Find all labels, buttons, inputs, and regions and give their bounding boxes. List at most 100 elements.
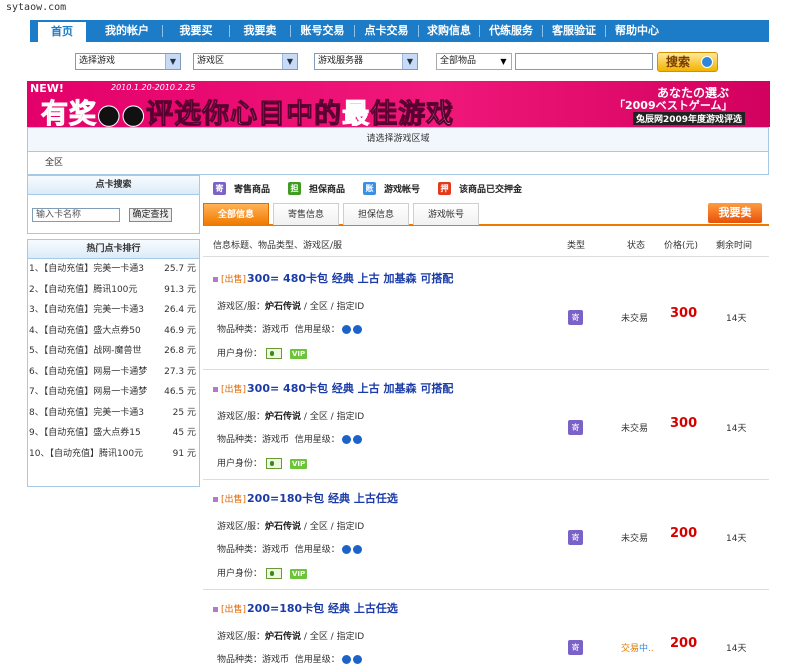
tab-consign[interactable]: 寄售信息	[273, 203, 339, 225]
credit-star-icon	[341, 325, 351, 334]
card-search-title: 点卡搜索	[28, 176, 199, 195]
server-label: 游戏区/服：	[217, 302, 266, 312]
verified-id-icon	[266, 348, 283, 359]
nav-wanted[interactable]: 求购信息	[419, 20, 479, 42]
kind-label: 物品种类：	[217, 325, 263, 335]
banner-slogan: 有奖●●评选你心目中的最佳游戏	[41, 92, 455, 128]
credit-star-icon	[352, 545, 362, 554]
listing-price: 200	[670, 636, 698, 651]
address-bar[interactable]: sytaow.com	[0, 0, 800, 16]
nav-service-verify[interactable]: 客服验证	[543, 20, 605, 42]
ranking-item-name: 9、【自动充值】盛大点券15	[29, 428, 141, 438]
banner-slogan-c: 最	[342, 99, 371, 128]
tab-account[interactable]: 游戏帐号	[413, 203, 479, 225]
credit-star-icon	[352, 435, 362, 444]
nav-help[interactable]: 帮助中心	[606, 20, 668, 42]
bullet-icon	[213, 386, 218, 392]
listing-identity: 用户身份： VIP	[217, 566, 308, 579]
game-select[interactable]: 选择游戏 ▼	[75, 53, 181, 70]
ranking-item-price: 26.4 元	[164, 305, 196, 315]
server-label: 游戏区/服：	[217, 522, 266, 532]
listing-title-text: 200=180卡包 经典 上古任选	[247, 602, 398, 615]
area-option-label: 全区	[45, 158, 64, 168]
listing-row: [出售]200=180卡包 经典 上古任选 游戏区/服：炉石传说 / 全区 / …	[203, 482, 769, 590]
legend-label: 该商品已交押金	[459, 184, 523, 195]
kind-label: 物品种类：	[217, 655, 263, 665]
area-select[interactable]: 游戏区 ▼	[193, 53, 298, 70]
ranking-item-name: 3、【自动充值】完美一卡通3	[29, 305, 144, 315]
col-remain: 剩余时间	[716, 241, 753, 251]
card-search-button[interactable]: 确定查找	[129, 208, 172, 222]
listing-kind: 物品种类：游戏币 信用星级：	[217, 432, 362, 445]
listing-title[interactable]: [出售]300= 480卡包 经典 上古 加基森 可搭配	[213, 270, 453, 286]
consign-type-icon: 寄	[568, 530, 583, 545]
kind-label: 物品种类：	[217, 545, 263, 555]
chevron-down-icon: ▼	[402, 54, 417, 69]
ranking-item[interactable]: 6、【自动充值】网易一卡通梦 27.3 元	[28, 362, 199, 383]
col-price: 价格(元)	[664, 241, 699, 251]
ranking-item[interactable]: 10、【自动充值】腾讯100元 91 元	[28, 444, 199, 465]
area-option-all[interactable]: 全区	[28, 152, 768, 174]
ranking-item-price: 46.5 元	[164, 387, 196, 397]
server-label: 游戏区/服：	[217, 632, 266, 642]
sell-button[interactable]: 我要卖	[708, 203, 762, 223]
status-part: 交易	[621, 644, 640, 654]
ranking-item[interactable]: 5、【自动充值】战网-魔兽世 26.8 元	[28, 341, 199, 362]
nav-home[interactable]: 首页	[38, 22, 86, 42]
listing-row: [出售]300= 480卡包 经典 上古 加基森 可搭配 游戏区/服：炉石传说 …	[203, 372, 769, 480]
tab-all[interactable]: 全部信息	[203, 203, 269, 225]
listing-server: 游戏区/服：炉石传说 / 全区 / 指定ID	[217, 299, 364, 312]
banner-slogan-a: 有奖	[41, 99, 97, 128]
consign-type-icon: 寄	[568, 420, 583, 435]
ranking-item[interactable]: 1、【自动充值】完美一卡通3 25.7 元	[28, 259, 199, 280]
listing-title[interactable]: [出售]200=180卡包 经典 上古任选	[213, 600, 398, 616]
kind-label: 物品种类：	[217, 435, 263, 445]
ranking-item[interactable]: 7、【自动充值】网易一卡通梦 46.5 元	[28, 382, 199, 403]
banner-slogan-d: 佳游戏	[370, 99, 455, 128]
search-input[interactable]	[515, 53, 653, 70]
nav-card-trade[interactable]: 点卡交易	[355, 20, 418, 42]
nav-my-account[interactable]: 我的帐户	[92, 20, 162, 42]
ranking-item-name: 5、【自动充值】战网-魔兽世	[29, 346, 142, 356]
ranking-item[interactable]: 9、【自动充值】盛大点券15 45 元	[28, 423, 199, 444]
card-ranking-title: 热门点卡排行	[28, 240, 199, 259]
game-name: 炉石传说	[265, 412, 302, 422]
nav-leveling[interactable]: 代练服务	[480, 20, 542, 42]
listing-remain: 14天	[726, 534, 747, 544]
listing-status: 交易中..	[621, 641, 654, 654]
identity-label: 用户身份：	[217, 349, 263, 359]
ranking-item[interactable]: 4、【自动充值】盛大点券50 46.9 元	[28, 321, 199, 342]
status-part: 中	[639, 644, 649, 654]
consign-type-icon: 寄	[568, 640, 583, 655]
tab-guarantee[interactable]: 担保信息	[343, 203, 409, 225]
ranking-item[interactable]: 2、【自动充值】腾讯100元 91.3 元	[28, 280, 199, 301]
listing-price: 300	[670, 306, 698, 321]
listing-row: [出售]300= 480卡包 经典 上古 加基森 可搭配 游戏区/服：炉石传说 …	[203, 262, 769, 370]
ranking-item-price: 91.3 元	[164, 284, 196, 295]
listing-title[interactable]: [出售]300= 480卡包 经典 上古 加基森 可搭配	[213, 380, 453, 396]
search-button-label: 搜索	[666, 55, 691, 69]
ranking-item[interactable]: 3、【自动充值】完美一卡通3 26.4 元	[28, 300, 199, 321]
ranking-item-name: 6、【自动充值】网易一卡通梦	[29, 366, 148, 377]
listing-title[interactable]: [出售]200=180卡包 经典 上古任选	[213, 490, 398, 506]
legend-label: 担保商品	[309, 184, 346, 195]
consign-type-icon: 寄	[568, 310, 583, 325]
promo-banner[interactable]: NEW! 2010.1.20-2010.2.25 有奖●●评选你心目中的最佳游戏…	[27, 81, 770, 127]
ranking-item-price: 27.3 元	[164, 366, 196, 377]
listing-server: 游戏区/服：炉石传说 / 全区 / 指定ID	[217, 629, 364, 642]
listing-status: 未交易	[621, 424, 649, 434]
nav-sell[interactable]: 我要卖	[230, 20, 290, 42]
ranking-item[interactable]: 8、【自动充值】完美一卡通3 25 元	[28, 403, 199, 424]
item-select[interactable]: 全部物品 ▼	[436, 53, 512, 70]
vip-icon: VIP	[290, 348, 308, 359]
listing-identity: 用户身份： VIP	[217, 346, 308, 359]
card-name-input[interactable]: 输入卡名称	[32, 208, 120, 222]
listing-tag: [出售]	[221, 495, 247, 505]
server-select[interactable]: 游戏服务器 ▼	[314, 53, 418, 70]
nav-buy[interactable]: 我要买	[163, 20, 229, 42]
search-button[interactable]: 搜索	[657, 52, 718, 72]
area-select-value: 游戏区	[197, 56, 225, 66]
banner-slogan-b: 评选你心目中的	[146, 99, 343, 128]
consign-icon: 寄	[213, 181, 226, 195]
nav-account-trade[interactable]: 账号交易	[291, 20, 354, 42]
